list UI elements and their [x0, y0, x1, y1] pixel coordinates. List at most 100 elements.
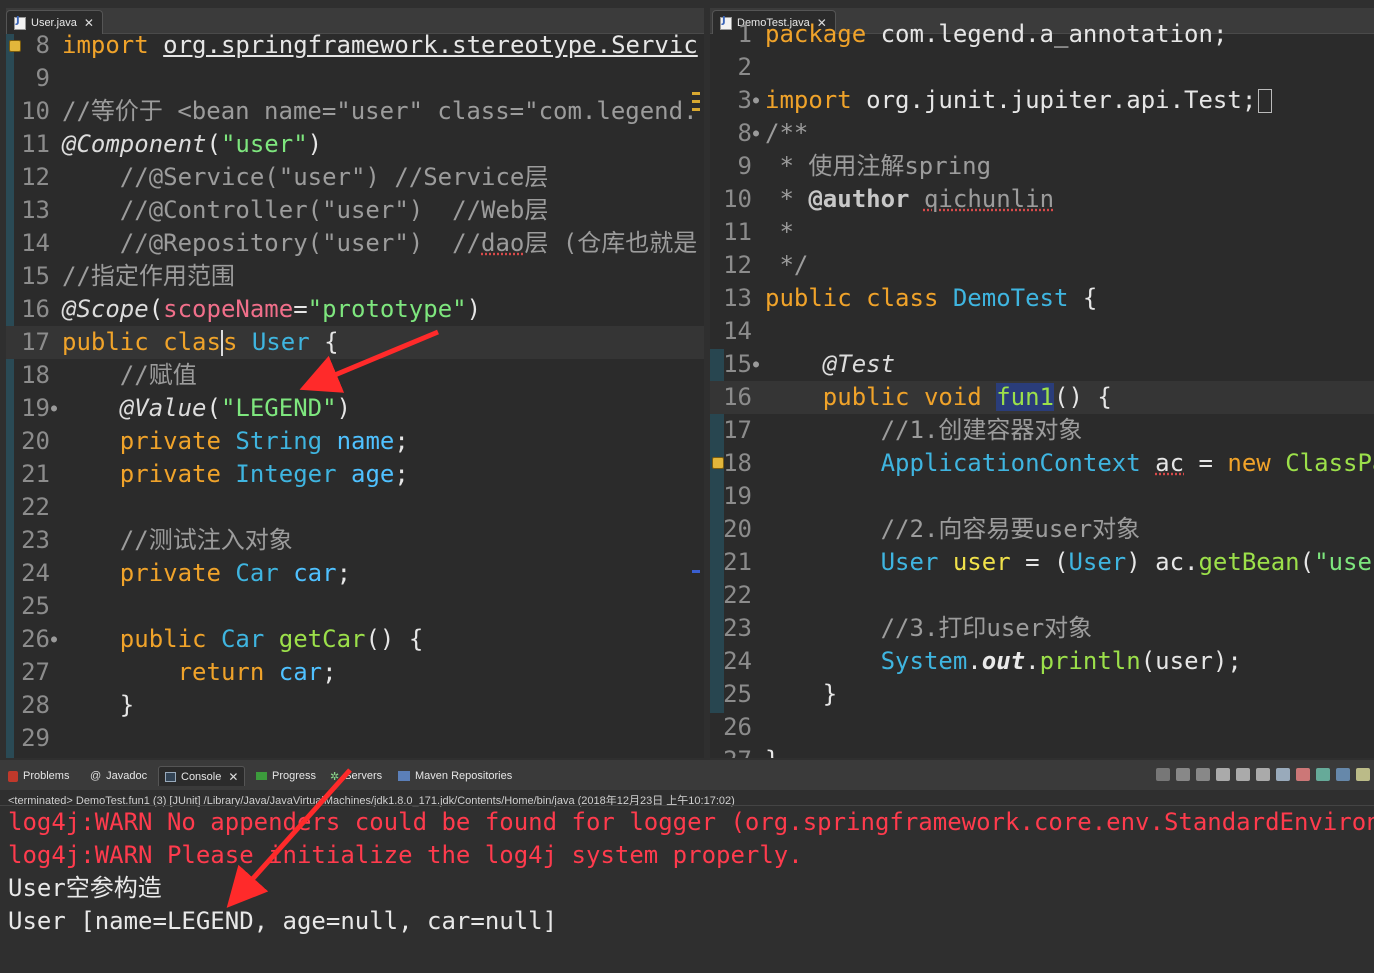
code-text[interactable]: //指定作用范围: [62, 260, 235, 293]
console-view[interactable]: Problems @ Javadoc Console ✕ Progress ✲ …: [0, 760, 1374, 973]
code-text[interactable]: */: [765, 249, 808, 282]
close-icon[interactable]: ✕: [228, 770, 238, 784]
user-java-editor[interactable]: User.java ✕ 8 import org.springframework.…: [6, 8, 704, 758]
code-text[interactable]: //2.向容易要user对象: [765, 513, 1141, 546]
close-icon[interactable]: ✕: [84, 16, 94, 30]
code-line[interactable]: 29: [6, 722, 704, 755]
code-line[interactable]: 10 //等价于 <bean name="user" class="com.leg…: [6, 95, 704, 128]
code-text[interactable]: private String name;: [62, 425, 409, 458]
code-line[interactable]: 14: [710, 315, 1374, 348]
terminate-icon[interactable]: [1156, 768, 1170, 781]
code-text[interactable]: public void fun1() {: [765, 381, 1112, 414]
tab-servers[interactable]: ✲ Servers: [330, 768, 382, 784]
code-line[interactable]: 17 //1.创建容器对象: [710, 414, 1374, 447]
code-line[interactable]: 9 * 使用注解spring: [710, 150, 1374, 183]
code-line[interactable]: 1 package com.legend.a_annotation;: [710, 18, 1374, 51]
code-line[interactable]: 19: [710, 480, 1374, 513]
code-line[interactable]: 20 private String name;: [6, 425, 704, 458]
remove-all-icon[interactable]: [1196, 768, 1210, 781]
code-text[interactable]: public Car getCar() {: [62, 623, 423, 656]
code-line[interactable]: 23 //测试注入对象: [6, 524, 704, 557]
code-text[interactable]: //@Repository("user") //dao层 (仓库也就是: [62, 227, 698, 260]
code-text[interactable]: *: [765, 216, 793, 249]
code-line[interactable]: 22: [6, 491, 704, 524]
right-code-area[interactable]: 1 package com.legend.a_annotation; 2 3 ● impo…: [710, 20, 1374, 758]
remove-launch-icon[interactable]: [1176, 768, 1190, 781]
code-line[interactable]: 8 ●/**: [710, 117, 1374, 150]
code-line[interactable]: 22: [710, 579, 1374, 612]
tab-maven-repositories[interactable]: Maven Repositories: [398, 768, 512, 784]
code-text[interactable]: package com.legend.a_annotation;: [765, 18, 1227, 51]
code-line[interactable]: 9: [6, 62, 704, 95]
code-line[interactable]: 28 }: [6, 689, 704, 722]
code-text[interactable]: //@Controller("user") //Web层: [62, 194, 549, 227]
code-line[interactable]: 13 //@Controller("user") //Web层: [6, 194, 704, 227]
code-text[interactable]: }: [765, 744, 779, 758]
code-line[interactable]: 10 * @author qichunlin: [710, 183, 1374, 216]
code-line[interactable]: 27 return car;: [6, 656, 704, 689]
code-text[interactable]: private Car car;: [62, 557, 351, 590]
open-console-icon[interactable]: [1356, 768, 1370, 781]
code-line[interactable]: 8 import org.springframework.stereotype.S…: [6, 29, 704, 62]
left-code-area[interactable]: 8 import org.springframework.stereotype.S…: [6, 31, 704, 758]
show-on-output-icon[interactable]: [1276, 768, 1290, 781]
code-text[interactable]: }: [62, 689, 134, 722]
code-text[interactable]: //1.创建容器对象: [765, 414, 1083, 447]
code-text[interactable]: @Test: [765, 348, 895, 381]
code-line[interactable]: 12 //@Service("user") //Service层: [6, 161, 704, 194]
clear-console-icon[interactable]: [1216, 768, 1230, 781]
code-text[interactable]: @Scope(scopeName="prototype"): [62, 293, 481, 326]
code-line[interactable]: 19 ● @Value("LEGEND"): [6, 392, 704, 425]
code-line[interactable]: 20 //2.向容易要user对象: [710, 513, 1374, 546]
code-text[interactable]: ApplicationContext ac = new ClassPa: [765, 447, 1374, 480]
code-line[interactable]: 26 ● public Car getCar() {: [6, 623, 704, 656]
code-text[interactable]: }: [765, 678, 837, 711]
code-text[interactable]: //3.打印user对象: [765, 612, 1093, 645]
fold-toggle-icon[interactable]: ●: [753, 117, 759, 150]
code-line[interactable]: 13 public class DemoTest {: [710, 282, 1374, 315]
code-line[interactable]: 24 System.out.println(user);: [710, 645, 1374, 678]
fold-toggle-icon[interactable]: ●: [51, 623, 57, 656]
code-text[interactable]: * @author qichunlin: [765, 183, 1054, 216]
code-line[interactable]: 27}: [710, 744, 1374, 758]
tab-progress[interactable]: Progress: [256, 768, 316, 784]
tab-problems[interactable]: Problems: [8, 768, 69, 784]
tab-console[interactable]: Console ✕: [158, 766, 246, 786]
code-text[interactable]: import org.springframework.stereotype.Se…: [62, 29, 698, 62]
code-text[interactable]: System.out.println(user);: [765, 645, 1242, 678]
code-line[interactable]: 11 *: [710, 216, 1374, 249]
code-line[interactable]: 11 @Component("user"): [6, 128, 704, 161]
fold-toggle-icon[interactable]: ●: [753, 348, 759, 381]
scroll-lock-icon[interactable]: [1236, 768, 1250, 781]
code-line[interactable]: 25: [6, 590, 704, 623]
console-output[interactable]: log4j:WARN No appenders could be found f…: [8, 806, 1374, 938]
code-text[interactable]: * 使用注解spring: [765, 150, 991, 183]
fold-toggle-icon[interactable]: ●: [753, 84, 759, 117]
code-text[interactable]: /**: [765, 117, 808, 150]
code-text[interactable]: import org.junit.jupiter.api.Test;: [765, 84, 1273, 117]
code-line[interactable]: 16 public void fun1() {: [710, 381, 1374, 414]
code-text[interactable]: return car;: [62, 656, 337, 689]
code-line[interactable]: 25 }: [710, 678, 1374, 711]
code-line[interactable]: 16 @Scope(scopeName="prototype"): [6, 293, 704, 326]
fold-toggle-icon[interactable]: ●: [51, 392, 57, 425]
pin-console-icon[interactable]: [1316, 768, 1330, 781]
code-text[interactable]: public class User {: [62, 326, 339, 359]
code-text[interactable]: public class DemoTest {: [765, 282, 1097, 315]
code-line[interactable]: 2: [710, 51, 1374, 84]
overview-ruler-mark[interactable]: [692, 108, 700, 111]
code-line[interactable]: 23 //3.打印user对象: [710, 612, 1374, 645]
display-console-icon[interactable]: [1336, 768, 1350, 781]
code-text[interactable]: @Value("LEGEND"): [62, 392, 351, 425]
code-line[interactable]: 14 //@Repository("user") //dao层 (仓库也就是: [6, 227, 704, 260]
overview-ruler-mark[interactable]: [692, 100, 700, 103]
code-line[interactable]: 24 private Car car;: [6, 557, 704, 590]
tab-javadoc[interactable]: @ Javadoc: [90, 768, 147, 784]
demotest-java-editor[interactable]: DemoTest.java ✕ 1package com.legend.a_an…: [710, 8, 1374, 758]
code-line[interactable]: 15 //指定作用范围: [6, 260, 704, 293]
code-line[interactable]: 21 private Integer age;: [6, 458, 704, 491]
show-on-error-icon[interactable]: [1296, 768, 1310, 781]
code-text[interactable]: //@Service("user") //Service层: [62, 161, 549, 194]
code-line[interactable]: 3 ● import org.junit.jupiter.api.Test;: [710, 84, 1374, 117]
overview-ruler-mark[interactable]: [692, 92, 700, 95]
